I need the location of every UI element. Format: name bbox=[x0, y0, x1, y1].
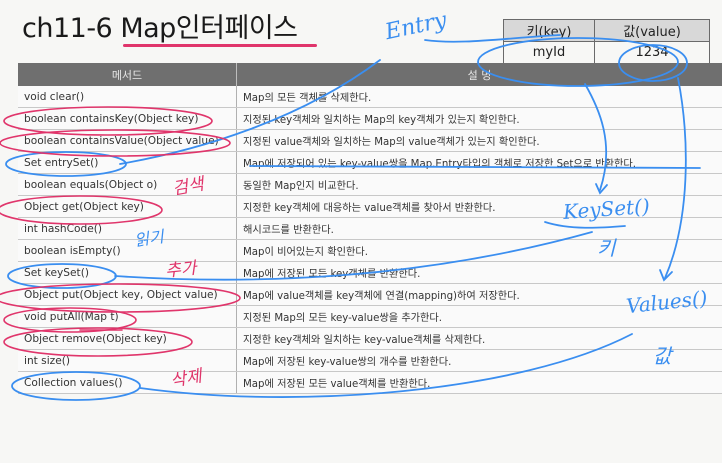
method-cell: boolean isEmpty() bbox=[18, 239, 237, 262]
table-row: int size() Map에 저장된 key-value쌍의 개수를 반환한다. bbox=[18, 349, 722, 372]
methods-table: 메서드 설 명 void clear() Map의 모든 객체를 삭제한다. bo… bbox=[18, 63, 722, 394]
table-row: Set keySet() Map에 저장된 모든 key객체를 반환한다. bbox=[18, 261, 722, 284]
method-cell: void clear() bbox=[18, 86, 237, 108]
table-row: void clear() Map의 모든 객체를 삭제한다. bbox=[18, 86, 722, 108]
method-cell: Set entrySet() bbox=[18, 151, 237, 174]
kv-header-value: 값(value) bbox=[594, 19, 710, 42]
table-row: boolean containsKey(Object key) 지정된 key객체… bbox=[18, 107, 722, 130]
table-row: Set entrySet() Map에 저장되어 있는 key-value쌍을 M… bbox=[18, 151, 722, 174]
method-cell: Object get(Object key) bbox=[18, 195, 237, 218]
kv-header-key: 키(key) bbox=[503, 19, 595, 42]
kv-cell: myId bbox=[503, 41, 595, 64]
methods-header-method: 메서드 bbox=[18, 63, 237, 86]
table-row: Collection values() Map에 저장된 모든 value객체를 … bbox=[18, 371, 722, 394]
table-row: Object remove(Object key) 지정한 key객체와 일치하는… bbox=[18, 327, 722, 350]
desc-cell: 동일한 Map인지 비교한다. bbox=[236, 173, 722, 196]
annotation-search: 검색 bbox=[170, 174, 206, 200]
table-row: boolean containsValue(Object value) 지정된 v… bbox=[18, 129, 722, 152]
methods-header-desc: 설 명 bbox=[236, 63, 722, 86]
table-row: boolean equals(Object o) 동일한 Map인지 비교한다. bbox=[18, 173, 722, 196]
kv-cell: 1234 bbox=[594, 41, 710, 64]
desc-cell: 해시코드를 반환한다. bbox=[236, 217, 722, 240]
desc-cell: Map에 저장되어 있는 key-value쌍을 Map.Entry타입의 객체… bbox=[236, 151, 722, 174]
desc-cell: Map에 저장된 key-value쌍의 개수를 반환한다. bbox=[236, 349, 722, 372]
desc-cell: 지정된 value객체와 일치하는 Map의 value객체가 있는지 확인한다… bbox=[236, 129, 722, 152]
method-cell: Object put(Object key, Object value) bbox=[18, 283, 237, 306]
annotation-read: 읽기 bbox=[133, 227, 165, 250]
method-cell: Object remove(Object key) bbox=[18, 327, 237, 350]
method-cell: Set keySet() bbox=[18, 261, 237, 284]
annotation-add: 추가 bbox=[164, 258, 198, 282]
method-cell: boolean containsKey(Object key) bbox=[18, 107, 237, 130]
method-cell: int size() bbox=[18, 349, 237, 372]
method-cell: boolean containsValue(Object value) bbox=[18, 129, 237, 152]
table-row: Object put(Object key, Object value) Map에… bbox=[18, 283, 722, 306]
page-title: ch11-6 Map인터페이스 bbox=[22, 13, 298, 44]
title-underline bbox=[123, 44, 317, 47]
desc-cell: 지정한 key객체와 일치하는 key-value객체를 삭제한다. bbox=[236, 327, 722, 350]
desc-cell: Map에 저장된 모든 value객체를 반환한다. bbox=[236, 371, 722, 394]
desc-cell: Map이 비어있는지 확인한다. bbox=[236, 239, 722, 262]
desc-cell: Map에 저장된 모든 key객체를 반환한다. bbox=[236, 261, 722, 284]
annotation-value-word: 값 bbox=[653, 344, 672, 368]
method-cell: Collection values() bbox=[18, 371, 237, 394]
annotation-key-word: 키 bbox=[597, 236, 616, 260]
annotation-delete: 삭제 bbox=[168, 366, 204, 392]
desc-cell: Map의 모든 객체를 삭제한다. bbox=[236, 86, 722, 108]
method-cell: void putAll(Map t) bbox=[18, 305, 237, 328]
annotation-entry: Entry bbox=[383, 7, 449, 46]
table-row: void putAll(Map t) 지정된 Map의 모든 key-value쌍… bbox=[18, 305, 722, 328]
table-row: boolean isEmpty() Map이 비어있는지 확인한다. bbox=[18, 239, 722, 262]
method-cell: int hashCode() bbox=[18, 217, 237, 240]
table-row: int hashCode() 해시코드를 반환한다. bbox=[18, 217, 722, 240]
desc-cell: 지정된 key객체와 일치하는 Map의 key객체가 있는지 확인한다. bbox=[236, 107, 722, 130]
